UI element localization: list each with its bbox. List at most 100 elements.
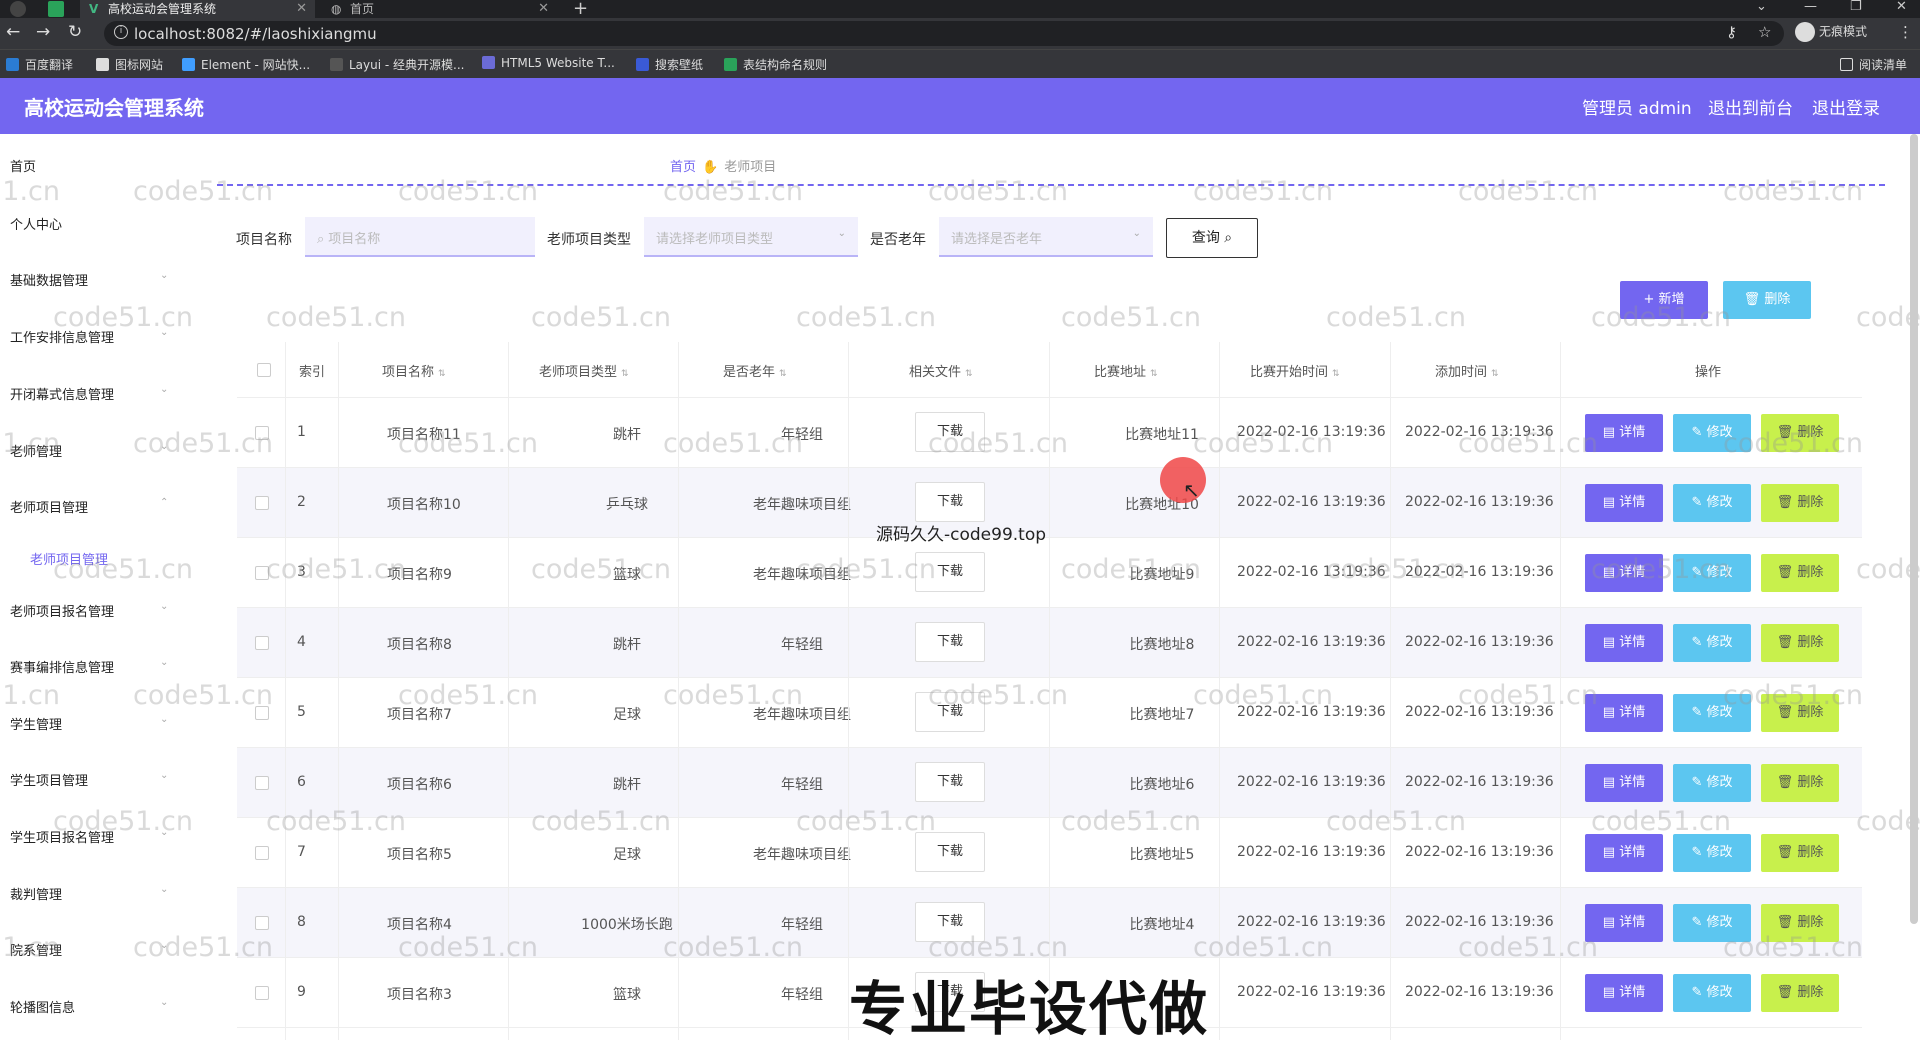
close-icon[interactable]: ✕ <box>296 0 307 18</box>
sidebar-item-label: 个人中心 <box>10 218 63 233</box>
batch-delete-button[interactable]: 🗑 删除 <box>1723 281 1811 319</box>
download-button[interactable]: 下载 <box>915 832 985 872</box>
cell-index: 9 <box>297 984 306 1000</box>
select-all-checkbox[interactable] <box>257 363 271 377</box>
star-icon[interactable]: ☆ <box>1758 23 1771 41</box>
tab-sports-system[interactable]: V 高校运动会管理系统 ✕ <box>80 0 315 18</box>
download-button[interactable]: 下载 <box>915 482 985 522</box>
more-icon[interactable]: ⋮ <box>1898 23 1913 41</box>
scrollbar[interactable] <box>1910 134 1918 924</box>
col-files[interactable]: 相关文件 ⇅ <box>909 361 973 380</box>
back-icon[interactable]: ← <box>6 22 20 42</box>
info-icon[interactable]: i <box>114 25 128 39</box>
pencil-icon: ✎ <box>1691 915 1703 930</box>
sidebar-item-home[interactable]: 首页 <box>10 156 36 175</box>
logout-link[interactable]: 退出登录 <box>1812 94 1880 119</box>
delete-button[interactable]: 🗑 删除 <box>1761 484 1839 522</box>
bookmark-item[interactable]: 百度翻译 <box>6 56 73 73</box>
col-address[interactable]: 比赛地址 ⇅ <box>1094 361 1158 380</box>
edit-button[interactable]: ✎ 修改 <box>1673 484 1751 522</box>
cell-name: 项目名称6 <box>387 777 452 793</box>
delete-button[interactable]: 🗑 删除 <box>1761 554 1839 592</box>
key-icon[interactable]: ⚷ <box>1726 23 1737 41</box>
col-start-time[interactable]: 比赛开始时间 ⇅ <box>1250 361 1340 380</box>
reload-icon[interactable]: ↻ <box>68 22 82 42</box>
incognito-indicator[interactable]: 无痕模式 <box>1795 22 1867 42</box>
bookmark-item[interactable]: 搜索壁纸 <box>636 56 703 73</box>
breadcrumb: 首页 ✋ 老师项目 <box>670 156 776 175</box>
minimize-icon[interactable]: — <box>1804 0 1817 14</box>
detail-button[interactable]: ▤ 详情 <box>1585 974 1663 1012</box>
detail-button[interactable]: ▤ 详情 <box>1585 834 1663 872</box>
edit-button[interactable]: ✎ 修改 <box>1673 834 1751 872</box>
tab-home[interactable]: ◍ 首页 ✕ <box>322 0 557 18</box>
watermark: code51.cn <box>1326 554 1467 585</box>
bookmark-item[interactable]: Layui - 经典开源模... <box>330 56 464 73</box>
col-name[interactable]: 项目名称 ⇅ <box>382 361 446 380</box>
row-checkbox[interactable] <box>255 636 269 650</box>
col-added-time[interactable]: 添加时间 ⇅ <box>1435 361 1499 380</box>
bookmark-label: Element - 网站快... <box>201 58 311 72</box>
sidebar-item-teacher-projects[interactable]: 老师项目管理 ⌃ <box>10 497 168 516</box>
download-button[interactable]: 下载 <box>915 762 985 802</box>
sidebar-item-ceremony[interactable]: 开闭幕式信息管理 ⌄ <box>10 384 168 403</box>
sidebar-item-profile[interactable]: 个人中心 <box>10 214 62 233</box>
url-text: localhost:8082/#/laoshixiangmu <box>134 25 377 43</box>
download-button[interactable]: 下载 <box>915 622 985 662</box>
column-divider <box>848 342 849 1040</box>
col-old[interactable]: 是否老年 ⇅ <box>723 361 787 380</box>
sidebar-item-carousel[interactable]: 轮播图信息 ⌄ <box>10 997 168 1016</box>
forward-icon[interactable]: → <box>36 22 50 42</box>
detail-button[interactable]: ▤ 详情 <box>1585 764 1663 802</box>
sidebar-item-students[interactable]: 学生管理 ⌄ <box>10 714 168 733</box>
delete-button[interactable]: 🗑 删除 <box>1761 974 1839 1012</box>
bookmark-item[interactable]: 图标网站 <box>96 56 163 73</box>
watermark: code51.cn <box>1193 932 1334 963</box>
sort-icon: ⇅ <box>1150 369 1158 379</box>
project-type-select[interactable]: 请选择老师项目类型 ⌄ <box>644 217 858 257</box>
bookmark-item[interactable]: 表结构命名规则 <box>724 56 827 73</box>
query-button[interactable]: 查询 ⌕ <box>1166 218 1258 258</box>
bookmark-item[interactable]: Element - 网站快... <box>182 56 310 73</box>
row-checkbox[interactable] <box>255 986 269 1000</box>
is-old-select[interactable]: 请选择是否老年 ⌄ <box>939 217 1153 257</box>
close-icon[interactable]: ✕ <box>538 0 549 18</box>
row-checkbox[interactable] <box>255 776 269 790</box>
sidebar-item-student-projects[interactable]: 学生项目管理 ⌄ <box>10 770 168 789</box>
col-label: 项目名称 <box>382 365 435 380</box>
delete-button[interactable]: 🗑 删除 <box>1761 764 1839 802</box>
window-close-icon[interactable]: ✕ <box>1896 0 1907 14</box>
url-field[interactable]: i localhost:8082/#/laoshixiangmu <box>104 21 1784 46</box>
edit-button[interactable]: ✎ 修改 <box>1673 624 1751 662</box>
app-icon[interactable] <box>48 1 64 17</box>
reading-list[interactable]: 阅读清单 <box>1840 56 1907 73</box>
sidebar-item-teacher-signup[interactable]: 老师项目报名管理 ⌄ <box>10 601 168 620</box>
watermark: code51.cn <box>133 680 274 711</box>
download-label: 下载 <box>936 494 963 509</box>
delete-button[interactable]: 🗑 删除 <box>1761 624 1839 662</box>
new-tab-button[interactable]: + <box>573 0 588 19</box>
sidebar-item-label: 老师项目管理 <box>10 501 89 516</box>
exit-front-link[interactable]: 退出到前台 <box>1708 94 1793 119</box>
browser-menu-icon[interactable] <box>10 1 26 17</box>
edit-button[interactable]: ✎ 修改 <box>1673 974 1751 1012</box>
detail-button[interactable]: ▤ 详情 <box>1585 484 1663 522</box>
row-checkbox[interactable] <box>255 916 269 930</box>
row-checkbox[interactable] <box>255 496 269 510</box>
breadcrumb-home[interactable]: 首页 <box>670 160 696 175</box>
detail-button[interactable]: ▤ 详情 <box>1585 624 1663 662</box>
restore-icon[interactable]: ❐ <box>1850 0 1862 14</box>
watermark: code51.cn <box>266 806 407 837</box>
sidebar-item-event-arrangement[interactable]: 赛事编排信息管理 ⌄ <box>10 657 168 676</box>
cell-name: 项目名称4 <box>387 917 452 933</box>
row-checkbox[interactable] <box>255 846 269 860</box>
sidebar-item-basic-data[interactable]: 基础数据管理 ⌄ <box>10 270 168 289</box>
sidebar-item-referees[interactable]: 裁判管理 ⌄ <box>10 884 168 903</box>
bookmark-item[interactable]: HTML5 Website T... <box>482 56 615 70</box>
col-type[interactable]: 老师项目类型 ⇅ <box>539 361 629 380</box>
delete-button[interactable]: 🗑 删除 <box>1761 834 1839 872</box>
project-name-input[interactable]: ⌕ 项目名称 <box>305 217 535 257</box>
tab-search-icon[interactable]: ⌄ <box>1756 0 1767 14</box>
edit-button[interactable]: ✎ 修改 <box>1673 764 1751 802</box>
watermark: code51.cn <box>1458 680 1599 711</box>
